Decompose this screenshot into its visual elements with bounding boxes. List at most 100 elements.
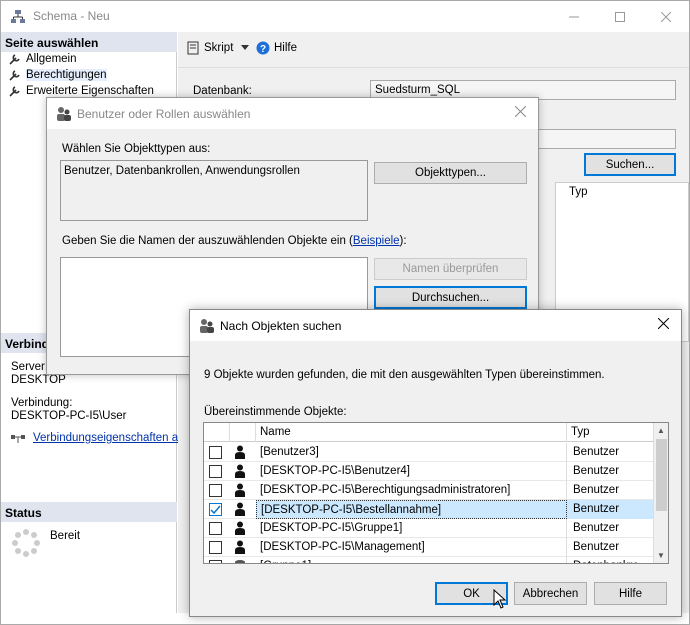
scroll-thumb[interactable] bbox=[656, 439, 667, 511]
database-role-icon bbox=[235, 560, 245, 563]
type-column-header[interactable]: Typ bbox=[567, 423, 653, 442]
row-checkbox[interactable] bbox=[209, 484, 222, 497]
row-checkbox[interactable] bbox=[209, 522, 222, 535]
row-icon bbox=[234, 445, 246, 462]
cancel-button[interactable]: Abbrechen bbox=[514, 582, 587, 605]
svg-text:?: ? bbox=[260, 44, 266, 55]
user-icon bbox=[235, 464, 245, 478]
status-value: Bereit bbox=[50, 530, 81, 542]
row-type: Benutzer bbox=[567, 500, 653, 519]
nav-item-general[interactable]: Allgemein bbox=[9, 51, 77, 67]
user-icon bbox=[235, 540, 245, 554]
chevron-down-icon bbox=[241, 45, 250, 50]
row-checkbox[interactable] bbox=[209, 465, 222, 478]
matching-objects-grid: Name Typ [Benutzer3] Benutzer [DESKTOP-PC-… bbox=[203, 422, 669, 564]
help-icon: ? bbox=[256, 41, 270, 55]
user-icon bbox=[235, 521, 245, 535]
row-icon bbox=[234, 464, 246, 481]
row-name: [Gruppe1] bbox=[256, 557, 567, 563]
type-column-header: Typ bbox=[569, 186, 588, 198]
help-button[interactable]: Hilfe bbox=[594, 582, 667, 605]
row-name: [DESKTOP-PC-I5\Benutzer4] bbox=[256, 462, 567, 481]
dialog-title-bar: Benutzer oder Rollen auswählen bbox=[47, 98, 538, 129]
row-name: [DESKTOP-PC-I5\Bestellannahme] bbox=[256, 500, 567, 519]
row-name: [Benutzer3] bbox=[256, 443, 567, 462]
row-name: [DESKTOP-PC-I5\Berechtigungsadministrato… bbox=[256, 481, 567, 500]
row-checkbox[interactable] bbox=[209, 446, 222, 459]
grid-scrollbar[interactable]: ▲ ▼ bbox=[653, 423, 668, 563]
dialog-title: Nach Objekten suchen bbox=[220, 319, 342, 333]
title-bar: Schema - Neu bbox=[1, 1, 689, 32]
row-icon bbox=[234, 521, 246, 538]
table-row[interactable]: [Benutzer3] Benutzer bbox=[204, 443, 653, 462]
row-type: Datenbankro bbox=[567, 557, 653, 563]
user-icon bbox=[235, 445, 245, 459]
connection-value: DESKTOP-PC-I5\User bbox=[11, 410, 127, 422]
status-header: Status bbox=[1, 502, 177, 522]
progress-spinner-icon bbox=[12, 529, 40, 557]
browse-button[interactable]: Durchsuchen... bbox=[374, 286, 527, 309]
row-name: [DESKTOP-PC-I5\Gruppe1] bbox=[256, 519, 567, 538]
row-icon bbox=[234, 559, 246, 563]
wrench-icon bbox=[9, 54, 20, 65]
search-summary: 9 Objekte wurden gefunden, die mit den a… bbox=[204, 369, 605, 381]
minimize-icon bbox=[569, 16, 579, 17]
wrench-icon bbox=[9, 70, 20, 81]
database-label: Datenbank: bbox=[193, 85, 252, 97]
table-row[interactable]: [DESKTOP-PC-I5\Management] Benutzer bbox=[204, 538, 653, 557]
row-name: [DESKTOP-PC-I5\Management] bbox=[256, 538, 567, 557]
maximize-button[interactable] bbox=[597, 1, 643, 32]
server-label: Server: bbox=[11, 361, 49, 373]
mouse-cursor-icon bbox=[493, 589, 507, 609]
table-row[interactable]: [Gruppe1]Datenbankro bbox=[204, 557, 653, 563]
name-column-header[interactable]: Name bbox=[256, 423, 567, 442]
scroll-down-icon[interactable]: ▼ bbox=[657, 551, 665, 560]
script-icon bbox=[187, 41, 199, 55]
table-row[interactable]: [DESKTOP-PC-I5\Gruppe1] Benutzer bbox=[204, 519, 653, 538]
table-row[interactable]: [DESKTOP-PC-I5\Bestellannahme] Benutzer bbox=[204, 500, 653, 519]
connection-properties-link[interactable]: Verbindungseigenschaften an bbox=[11, 432, 185, 444]
server-value: DESKTOP bbox=[11, 374, 66, 386]
scroll-up-icon[interactable]: ▲ bbox=[657, 426, 665, 435]
help-button[interactable]: ? Hilfe bbox=[256, 41, 297, 55]
nav-item-permissions[interactable]: Berechtigungen bbox=[9, 67, 107, 83]
table-row[interactable]: [DESKTOP-PC-I5\Berechtigungsadministrato… bbox=[204, 481, 653, 500]
row-checkbox[interactable] bbox=[209, 560, 222, 563]
examples-link[interactable]: Beispiele bbox=[353, 235, 400, 247]
connection-label: Verbindung: bbox=[11, 397, 73, 409]
row-type: Benutzer bbox=[573, 484, 620, 496]
row-type: Benutzer bbox=[573, 465, 620, 477]
maximize-icon bbox=[615, 11, 625, 22]
close-icon[interactable] bbox=[658, 318, 669, 329]
row-icon bbox=[234, 483, 246, 500]
script-button[interactable]: Skript bbox=[186, 41, 250, 55]
row-type: Benutzer bbox=[573, 541, 620, 553]
users-icon bbox=[57, 107, 71, 121]
checkbox-column-header[interactable] bbox=[204, 423, 230, 442]
wrench-icon bbox=[9, 86, 20, 97]
user-icon bbox=[235, 502, 245, 516]
row-checkbox[interactable] bbox=[209, 541, 222, 554]
search-objects-dialog: Nach Objekten suchen 9 Objekte wurden ge… bbox=[189, 309, 682, 617]
search-button[interactable]: Suchen... bbox=[584, 153, 676, 176]
check-names-button[interactable]: Namen überprüfen bbox=[374, 258, 527, 280]
close-icon bbox=[661, 11, 671, 22]
object-types-button[interactable]: Objekttypen... bbox=[374, 162, 527, 184]
row-type: Benutzer bbox=[573, 522, 620, 534]
window-title: Schema - Neu bbox=[33, 9, 110, 23]
schema-icon bbox=[11, 10, 25, 23]
row-checkbox[interactable] bbox=[209, 503, 222, 516]
object-names-label: Geben Sie die Namen der auszuwählenden O… bbox=[62, 235, 407, 247]
icon-column-header[interactable] bbox=[230, 423, 256, 442]
connection-icon bbox=[11, 435, 25, 443]
dialog-title-bar: Nach Objekten suchen bbox=[190, 310, 681, 341]
table-row[interactable]: [DESKTOP-PC-I5\Benutzer4] Benutzer bbox=[204, 462, 653, 481]
minimize-button[interactable] bbox=[551, 1, 597, 32]
row-icon bbox=[234, 502, 246, 519]
users-icon bbox=[200, 319, 214, 333]
close-button[interactable] bbox=[643, 1, 689, 32]
toolbar: Skript ? Hilfe bbox=[178, 32, 689, 68]
close-icon[interactable] bbox=[515, 106, 526, 117]
row-type: Benutzer bbox=[573, 446, 620, 458]
object-types-label: Wählen Sie Objekttypen aus: bbox=[62, 143, 211, 155]
